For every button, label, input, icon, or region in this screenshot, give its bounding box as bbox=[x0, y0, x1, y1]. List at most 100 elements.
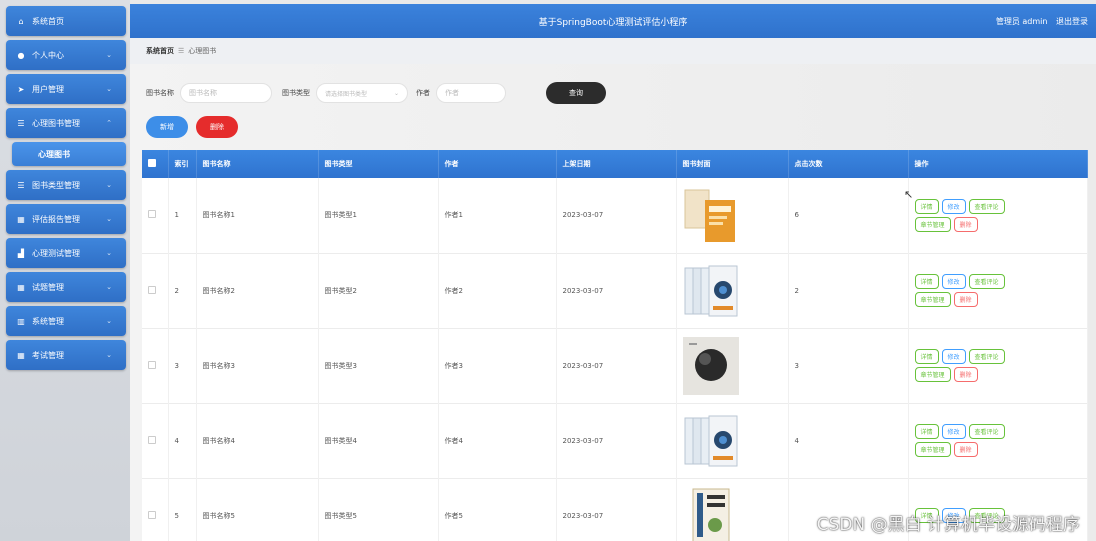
sidebar: ⌂ 系统首页 ● 个人中心 ⌄ ➤ 用户管理 ⌄ ☰ 心理图书管理 ⌃ 心理图书… bbox=[0, 0, 130, 541]
sidebar-item-report-management[interactable]: ▦ 评估报告管理 ⌄ bbox=[6, 204, 126, 234]
current-user: 管理员 admin bbox=[995, 16, 1048, 26]
chapter-management-button[interactable]: 章节管理 bbox=[914, 367, 951, 382]
sidebar-item-test-management[interactable]: ▟ 心理测试管理 ⌄ bbox=[6, 238, 126, 268]
cell-date: 2023-03-07 bbox=[556, 178, 677, 253]
col-cover: 图书封面 bbox=[676, 150, 789, 178]
logout-link[interactable]: 退出登录 bbox=[1056, 17, 1088, 26]
edit-button[interactable]: 修改 bbox=[941, 198, 966, 214]
view-comments-button[interactable]: 查看评论 bbox=[968, 198, 1005, 214]
col-author: 作者 bbox=[438, 150, 557, 178]
add-button[interactable]: 新增 bbox=[146, 116, 188, 138]
row-checkbox[interactable] bbox=[148, 285, 156, 294]
sidebar-subitem-books[interactable]: 心理图书 bbox=[12, 142, 126, 166]
row-delete-button[interactable]: 删除 bbox=[953, 442, 978, 457]
sidebar-item-question-management[interactable]: ▦ 试题管理 ⌄ bbox=[6, 272, 126, 302]
author-label: 作者 bbox=[416, 89, 430, 97]
view-comments-button[interactable]: 查看评论 bbox=[968, 349, 1005, 364]
cell-type: 图书类型1 bbox=[318, 178, 439, 253]
sidebar-item-system-management[interactable]: ▥ 系统管理 ⌄ bbox=[6, 306, 126, 336]
edit-button[interactable]: 修改 bbox=[941, 349, 966, 364]
chevron-down-icon: ⌄ bbox=[106, 51, 112, 59]
row-delete-button[interactable]: 删除 bbox=[953, 216, 978, 232]
chevron-down-icon: ⌄ bbox=[393, 89, 399, 97]
breadcrumb-separator: ☰ bbox=[178, 47, 185, 55]
row-delete-button[interactable]: 删除 bbox=[953, 292, 978, 307]
cell-index: 4 bbox=[168, 403, 197, 478]
select-all-checkbox[interactable] bbox=[148, 159, 156, 167]
cell-clicks: 2 bbox=[788, 253, 909, 328]
sidebar-item-label: 系统管理 bbox=[32, 316, 64, 326]
list-icon: ☰ bbox=[17, 118, 25, 128]
sidebar-item-label: 试题管理 bbox=[32, 282, 64, 292]
row-delete-button[interactable]: 删除 bbox=[953, 367, 978, 382]
view-comments-button[interactable]: 查看评论 bbox=[968, 424, 1005, 439]
cell-clicks: 3 bbox=[788, 328, 909, 403]
breadcrumb-home[interactable]: 系统首页 bbox=[146, 46, 174, 56]
book-cover-image bbox=[683, 412, 739, 470]
chevron-down-icon: ⌄ bbox=[106, 215, 112, 223]
cell-date: 2023-03-07 bbox=[556, 253, 677, 328]
sidebar-item-exam-management[interactable]: ▦ 考试管理 ⌄ bbox=[6, 340, 126, 370]
cell-type: 图书类型5 bbox=[318, 478, 439, 541]
cell-author: 作者2 bbox=[438, 253, 557, 328]
sidebar-item-label: 用户管理 bbox=[32, 84, 64, 94]
sidebar-item-personal-center[interactable]: ● 个人中心 ⌄ bbox=[6, 40, 126, 70]
sidebar-item-label: 心理图书管理 bbox=[32, 118, 80, 128]
select-all-cell bbox=[142, 150, 169, 178]
row-checkbox[interactable] bbox=[148, 435, 156, 444]
mouse-cursor-icon: ↖ bbox=[904, 188, 914, 201]
sidebar-item-label: 心理图书 bbox=[38, 149, 70, 159]
book-name-input[interactable]: 图书名称 bbox=[180, 83, 272, 103]
cell-actions: 详情 修改 查看评论 章节管理 删除 bbox=[908, 328, 1088, 403]
cell-cover bbox=[676, 478, 789, 541]
sidebar-item-book-management[interactable]: ☰ 心理图书管理 ⌃ bbox=[6, 108, 126, 138]
col-actions: 操作 bbox=[908, 150, 1088, 178]
cell-cover bbox=[676, 328, 789, 403]
cell-clicks: 4 bbox=[788, 403, 909, 478]
sidebar-item-home[interactable]: ⌂ 系统首页 bbox=[6, 6, 126, 36]
view-comments-button[interactable]: 查看评论 bbox=[968, 274, 1005, 289]
sidebar-item-label: 心理测试管理 bbox=[32, 248, 80, 258]
table-row: 4 图书名称4 图书类型4 作者4 2023-03-07 4 详情 修改 查看评… bbox=[142, 403, 1088, 478]
row-checkbox[interactable] bbox=[148, 210, 156, 219]
sidebar-item-book-type-management[interactable]: ☰ 图书类型管理 ⌄ bbox=[6, 170, 126, 200]
cell-type: 图书类型4 bbox=[318, 403, 439, 478]
top-header: 基于SpringBoot心理测试评估小程序 管理员 admin 退出登录 bbox=[130, 4, 1096, 38]
cell-actions: 详情 修改 查看评论 章节管理 删除 bbox=[908, 403, 1088, 478]
cell-author: 作者3 bbox=[438, 328, 557, 403]
book-type-select[interactable]: 请选择图书类型 ⌄ bbox=[316, 83, 408, 103]
cell-index: 3 bbox=[168, 328, 197, 403]
cell-name: 图书名称2 bbox=[196, 253, 319, 328]
row-checkbox[interactable] bbox=[148, 360, 156, 369]
detail-button[interactable]: 详情 bbox=[914, 198, 939, 214]
edit-button[interactable]: 修改 bbox=[941, 424, 966, 439]
sidebar-item-user-management[interactable]: ➤ 用户管理 ⌄ bbox=[6, 74, 126, 104]
author-input[interactable]: 作者 bbox=[436, 83, 506, 103]
sidebar-item-label: 图书类型管理 bbox=[32, 180, 80, 190]
chapter-management-button[interactable]: 章节管理 bbox=[914, 216, 951, 232]
table-row: 3 图书名称3 图书类型3 作者3 2023-03-07 3 详情 修改 查看评… bbox=[142, 328, 1088, 403]
detail-button[interactable]: 详情 bbox=[914, 349, 939, 364]
detail-button[interactable]: 详情 bbox=[914, 424, 939, 439]
col-clicks: 点击次数 bbox=[788, 150, 909, 178]
cell-index: 2 bbox=[168, 253, 197, 328]
query-button[interactable]: 查询 bbox=[546, 82, 606, 104]
book-type-label: 图书类型 bbox=[282, 89, 310, 97]
sidebar-item-label: 评估报告管理 bbox=[32, 214, 80, 224]
detail-button[interactable]: 详情 bbox=[914, 274, 939, 289]
app-title: 基于SpringBoot心理测试评估小程序 bbox=[538, 17, 688, 28]
chapter-management-button[interactable]: 章节管理 bbox=[914, 292, 951, 307]
table-row: 2 图书名称2 图书类型2 作者2 2023-03-07 2 详情 修改 查看评… bbox=[142, 253, 1088, 328]
grid-icon: ▦ bbox=[17, 214, 25, 224]
delete-button[interactable]: 删除 bbox=[196, 116, 238, 138]
cell-name: 图书名称5 bbox=[196, 478, 319, 541]
sidebar-item-label: 考试管理 bbox=[32, 350, 64, 360]
cell-index: 1 bbox=[168, 178, 197, 253]
cell-author: 作者5 bbox=[438, 478, 557, 541]
row-checkbox[interactable] bbox=[148, 510, 156, 519]
edit-button[interactable]: 修改 bbox=[941, 274, 966, 289]
chapter-management-button[interactable]: 章节管理 bbox=[914, 442, 951, 457]
send-icon: ➤ bbox=[17, 84, 25, 94]
cell-date: 2023-03-07 bbox=[556, 328, 677, 403]
chevron-down-icon: ⌄ bbox=[106, 181, 112, 189]
